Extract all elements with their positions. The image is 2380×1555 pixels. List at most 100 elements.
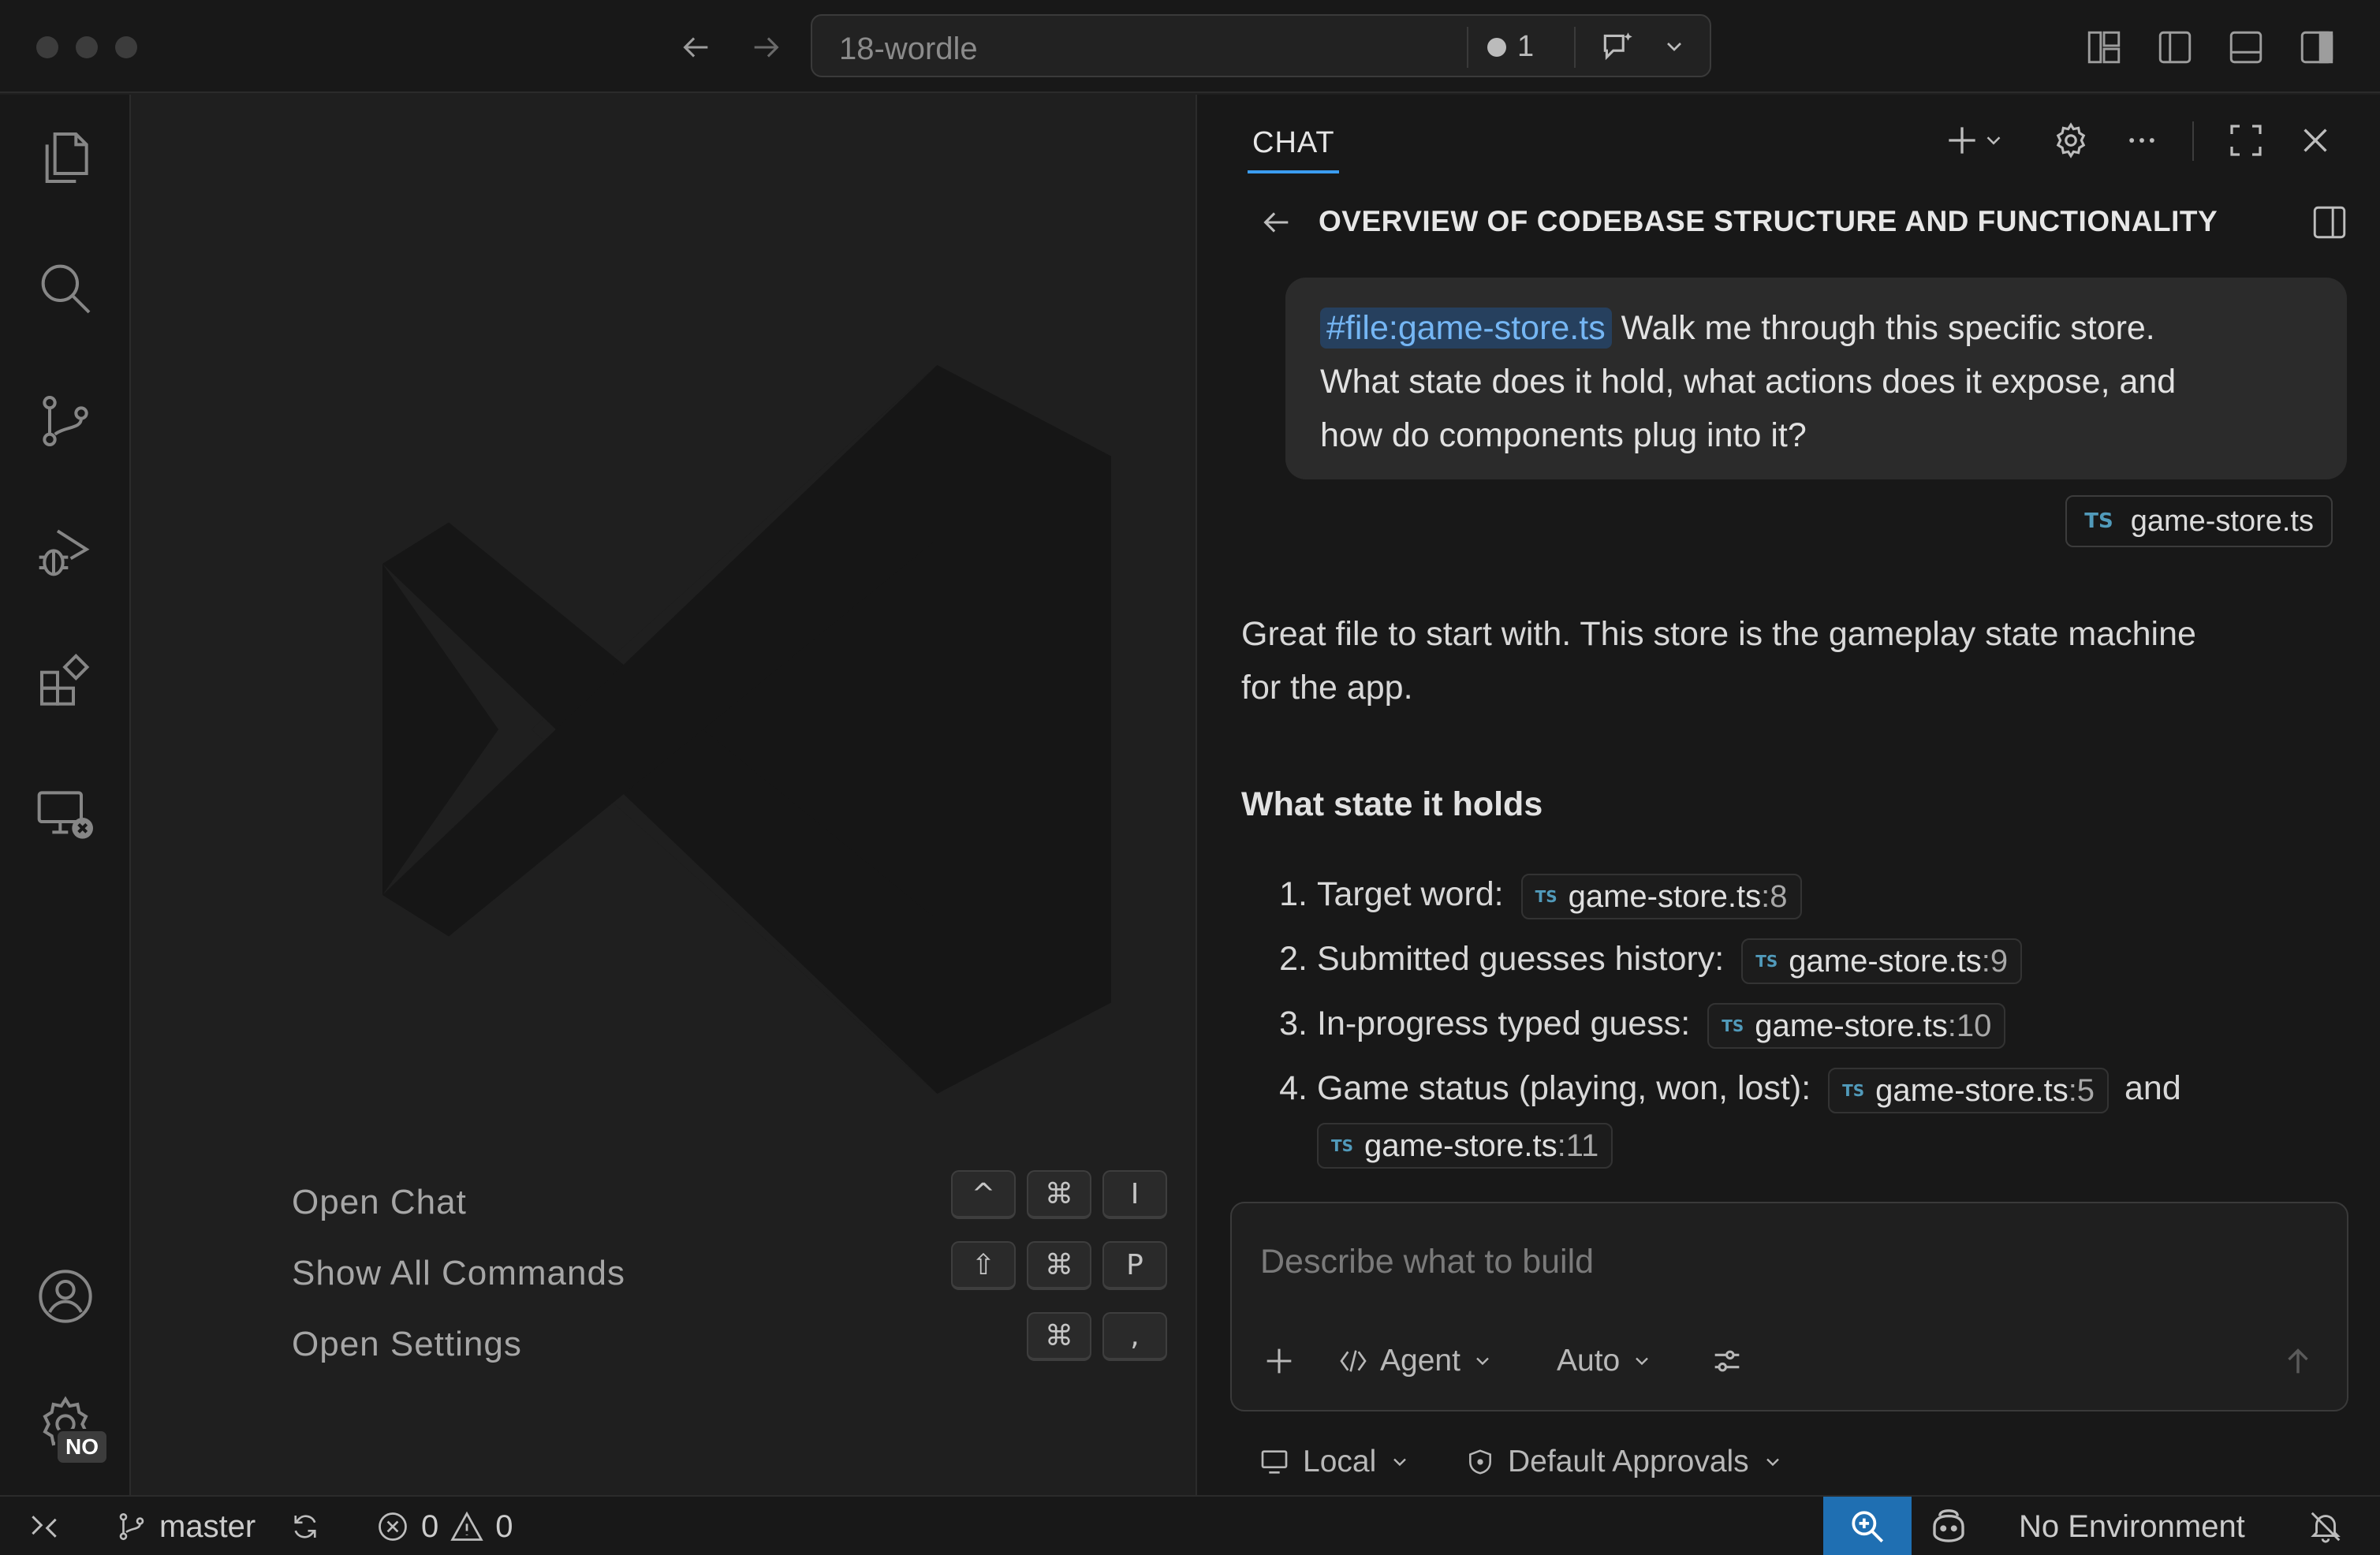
ref-line: :9 (1981, 943, 2009, 979)
file-reference-chip[interactable]: TS game-store.ts:8 (1520, 873, 1802, 919)
key-cap: I (1102, 1170, 1167, 1219)
zoom-in-icon (1852, 1511, 1884, 1543)
problems-indicator[interactable]: 0 0 (375, 1497, 513, 1555)
accounts-icon[interactable] (26, 1257, 105, 1336)
typescript-file-icon: TS (1755, 951, 1778, 971)
ref-line: :11 (1557, 1128, 1599, 1163)
list-text: In-progress typed guess: (1317, 1005, 1691, 1042)
list-text: Submitted guesses history: (1317, 940, 1725, 978)
chevron-down-icon[interactable] (1654, 27, 1694, 66)
message-text: What state does it hold, what actions do… (1320, 363, 2177, 401)
copilot-chat-icon[interactable] (1595, 24, 1642, 71)
file-mention[interactable]: #file:game-store.ts (1320, 308, 1612, 349)
command-center-title[interactable]: 18-wordle (839, 32, 978, 67)
chevron-down-icon (1393, 1458, 1407, 1467)
approvals-picker[interactable]: Default Approvals (1465, 1438, 1784, 1486)
window-controls[interactable] (36, 36, 137, 58)
list-item: 4. Game status (playing, won, lost): TS ga… (1241, 1061, 2361, 1115)
remote-explorer-icon[interactable] (26, 774, 105, 853)
shortcut-keys: ⌘ , (1027, 1312, 1167, 1361)
file-reference-chip[interactable]: TS game-store.ts:10 (1707, 1002, 2006, 1049)
chevron-down-icon[interactable] (1978, 115, 2009, 166)
file-reference-chip[interactable]: TS game-store.ts:5 (1828, 1067, 2110, 1113)
attachment-chip[interactable]: TS game-store.ts (2065, 495, 2333, 547)
command-center[interactable]: 18-wordle 1 (811, 14, 1711, 77)
shortcut-label[interactable]: Open Chat (292, 1183, 467, 1222)
remote-indicator-icon[interactable] (27, 1497, 62, 1555)
problem-dot-icon (1487, 37, 1506, 57)
more-actions-icon[interactable] (2117, 115, 2167, 166)
ref-line: :10 (1947, 1008, 1992, 1043)
typescript-file-icon: TS (1842, 1080, 1865, 1100)
shortcut-row-open-settings[interactable]: Open Settings ⌘ , (292, 1312, 1167, 1375)
typescript-file-icon: TS (1535, 886, 1557, 906)
mode-picker[interactable]: Agent (1337, 1336, 1494, 1386)
warning-icon (450, 1511, 483, 1541)
back-arrow-icon[interactable] (1252, 200, 1300, 244)
zoom-indicator[interactable] (1823, 1497, 1912, 1555)
maximize-icon[interactable] (2221, 115, 2271, 166)
branch-indicator[interactable]: master (115, 1497, 256, 1555)
toggle-panel-icon[interactable] (2222, 24, 2270, 71)
copilot-status-icon[interactable] (1927, 1497, 1970, 1555)
chat-input-box: Agent Auto (1230, 1202, 2348, 1411)
shortcut-row-show-all-commands[interactable]: Show All Commands ⇧ ⌘ P (292, 1241, 1167, 1304)
response-paragraph: Great file to start with. This store is … (1241, 607, 2345, 714)
activity-bar: NO (0, 95, 131, 1495)
key-cap: ^ (951, 1170, 1016, 1219)
status-bar: master 0 0 No Environment (0, 1495, 2380, 1555)
model-label: Auto (1557, 1344, 1621, 1378)
toggle-secondary-sidebar-icon[interactable] (2293, 24, 2341, 71)
paragraph-line: Great file to start with. This store is … (1241, 615, 2196, 653)
error-icon (379, 1512, 407, 1541)
monitor-icon (1261, 1450, 1288, 1474)
settings-gear-icon[interactable] (2046, 115, 2096, 166)
toggle-primary-sidebar-icon[interactable] (2151, 24, 2199, 71)
branch-icon (119, 1512, 144, 1541)
environment-indicator[interactable]: No Environment (2019, 1497, 2245, 1555)
sync-icon[interactable] (289, 1497, 322, 1555)
send-arrow-icon[interactable] (2273, 1336, 2323, 1386)
add-context-plus-icon[interactable] (1254, 1336, 1304, 1386)
problems-indicator[interactable]: 1 (1487, 30, 1534, 64)
key-cap: , (1102, 1312, 1167, 1361)
explorer-icon[interactable] (26, 118, 105, 197)
file-reference-chip[interactable]: TS game-store.ts:11 (1317, 1122, 1613, 1169)
approvals-label: Default Approvals (1508, 1445, 1749, 1479)
forward-arrow-icon[interactable] (743, 24, 790, 71)
close-window-dot[interactable] (36, 36, 58, 58)
location-label: Local (1303, 1445, 1377, 1479)
session-location-picker[interactable]: Local (1259, 1438, 1411, 1486)
list-text: Target word: (1317, 875, 1504, 913)
divider (1467, 27, 1468, 68)
extensions-icon[interactable] (26, 643, 105, 722)
file-reference-chip[interactable]: TS game-store.ts:9 (1741, 938, 2023, 984)
list-item: 1. Target word: TS game-store.ts:8 (1241, 867, 2361, 921)
attachment-name: game-store.ts (2130, 504, 2314, 538)
zoom-window-dot[interactable] (115, 36, 137, 58)
back-arrow-icon[interactable] (672, 24, 719, 71)
shortcut-label[interactable]: Open Settings (292, 1325, 522, 1364)
tab-chat[interactable]: CHAT (1252, 126, 1335, 160)
source-control-icon[interactable] (26, 382, 105, 461)
chat-input[interactable] (1260, 1238, 2285, 1285)
close-icon[interactable] (2290, 115, 2341, 166)
branch-name: master (159, 1508, 256, 1544)
model-picker[interactable]: Auto (1557, 1336, 1653, 1386)
manage-badge: NO (55, 1429, 109, 1465)
notifications-bell-icon[interactable] (2307, 1497, 2344, 1555)
user-message: #file:game-store.ts Walk me through this… (1285, 278, 2347, 479)
vscode-logo-watermark (382, 365, 1111, 1094)
run-debug-icon[interactable] (26, 513, 105, 591)
chat-panel: CHAT OVERVIEW OF CODEBASE STRUCTURE AND … (1196, 95, 2380, 1495)
minimize-window-dot[interactable] (76, 36, 98, 58)
ref-file: game-store.ts (1875, 1072, 2069, 1108)
ref-line: :8 (1761, 878, 1788, 914)
shield-icon (1469, 1449, 1491, 1475)
shortcut-label[interactable]: Show All Commands (292, 1254, 625, 1293)
customize-layout-icon[interactable] (2080, 24, 2128, 71)
toggle-sessions-sidebar-icon[interactable] (2306, 200, 2353, 244)
search-icon[interactable] (26, 249, 105, 328)
shortcut-row-open-chat[interactable]: Open Chat ^ ⌘ I (292, 1170, 1167, 1233)
configure-tools-icon[interactable] (1703, 1336, 1751, 1386)
